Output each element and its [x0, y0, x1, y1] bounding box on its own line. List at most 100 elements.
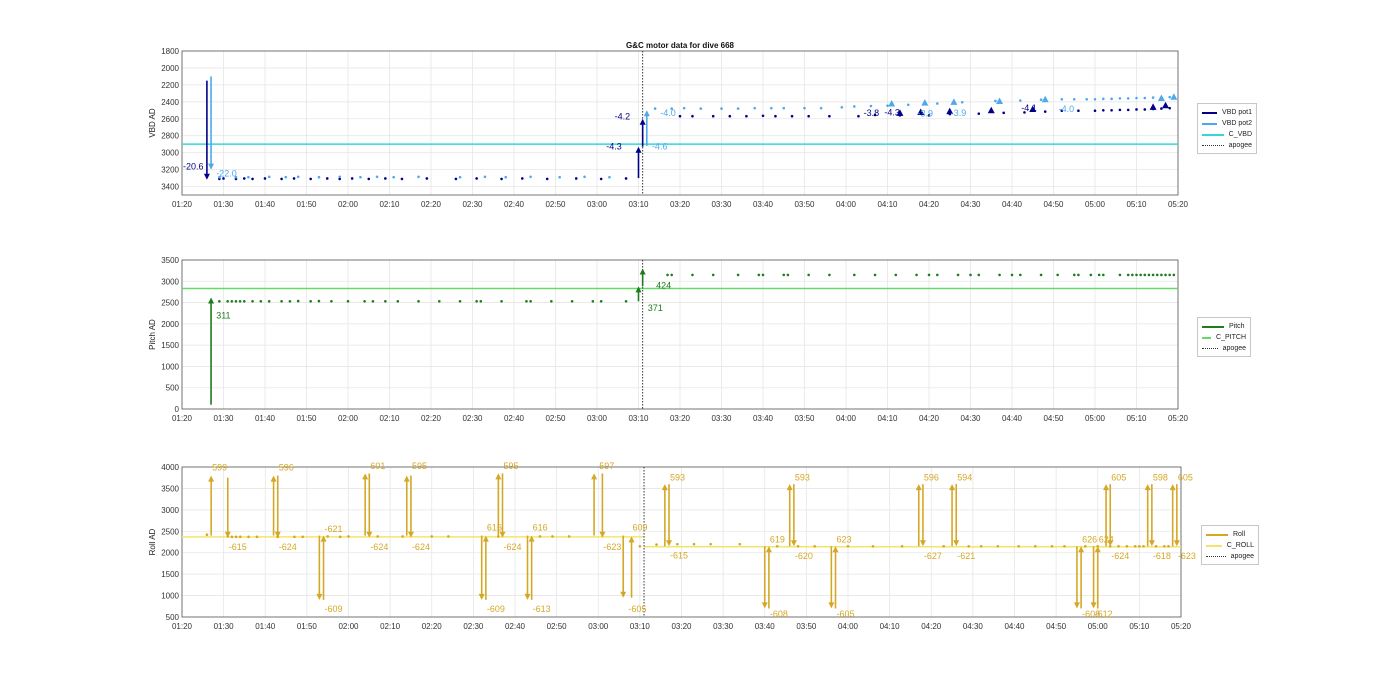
data-point — [251, 177, 254, 181]
data-point — [998, 273, 1001, 277]
data-point — [1164, 273, 1167, 277]
data-point — [1143, 108, 1147, 111]
data-point — [906, 103, 910, 107]
x-tick-label: 03:10 — [628, 414, 649, 423]
data-point — [483, 175, 487, 179]
x-tick-label: 01:30 — [213, 200, 234, 209]
x-tick-label: 03:10 — [630, 622, 651, 631]
data-label: -609 — [487, 604, 505, 614]
data-point — [711, 273, 715, 277]
data-point — [205, 533, 209, 537]
data-label: 605 — [1111, 473, 1126, 483]
data-point — [853, 273, 856, 277]
legend-item: VBD pot2 — [1202, 118, 1252, 129]
data-point — [371, 299, 375, 303]
data-label: -627 — [924, 551, 942, 561]
x-tick-label: 01:40 — [255, 414, 276, 423]
data-point — [363, 299, 366, 303]
x-tick-label: 02:10 — [379, 200, 400, 209]
data-point — [346, 299, 350, 303]
data-point — [550, 299, 553, 303]
legend-swatch — [1202, 133, 1224, 136]
data-point — [267, 299, 271, 303]
data-label: -624 — [412, 542, 430, 552]
data-point — [1083, 544, 1087, 548]
y-tick-label: 1000 — [161, 362, 179, 371]
x-tick-label: 01:30 — [213, 414, 234, 423]
data-point — [1126, 108, 1130, 112]
x-tick-label: 02:30 — [463, 622, 484, 631]
y-tick-label: 1500 — [161, 570, 179, 579]
data-point — [969, 273, 972, 277]
data-point — [624, 177, 628, 180]
data-point — [296, 299, 300, 303]
data-point — [738, 542, 742, 546]
data-point — [1002, 111, 1005, 115]
x-tick-label: 05:00 — [1088, 622, 1109, 631]
legend-item: VBD pot1 — [1202, 107, 1252, 118]
data-label: -4.3 — [606, 141, 622, 151]
data-point — [1147, 273, 1151, 277]
data-point — [1096, 544, 1100, 548]
data-point — [247, 175, 250, 179]
x-tick-label: 02:50 — [545, 414, 566, 423]
y-tick-label: 2000 — [161, 549, 179, 558]
data-point — [538, 535, 542, 538]
data-point — [1168, 273, 1171, 277]
legend-label: apogee — [1228, 142, 1252, 149]
data-label: -624 — [504, 542, 522, 552]
data-point — [691, 114, 694, 118]
data-point — [247, 535, 250, 539]
data-point — [1093, 97, 1097, 101]
data-point — [226, 299, 229, 303]
y-tick-label: 2800 — [161, 132, 179, 141]
data-point — [238, 535, 242, 539]
data-point — [367, 177, 371, 181]
data-point — [1167, 544, 1170, 548]
data-point — [900, 544, 904, 548]
data-label: -624 — [370, 542, 388, 552]
data-label: -620 — [795, 551, 813, 561]
data-point — [1135, 108, 1138, 111]
data-point — [1110, 97, 1113, 101]
y-tick-label: 2400 — [161, 98, 179, 107]
x-tick-label: 01:50 — [297, 622, 318, 631]
y-tick-label: 2200 — [161, 81, 179, 90]
data-point — [676, 542, 679, 546]
legend-item: Pitch — [1202, 321, 1246, 332]
data-point — [1118, 108, 1122, 112]
data-point — [293, 535, 296, 539]
data-point — [655, 543, 658, 546]
data-point — [1063, 544, 1066, 548]
y-tick-label: 2500 — [161, 527, 179, 536]
data-point — [853, 105, 856, 108]
data-point — [624, 299, 628, 303]
data-point — [1093, 109, 1097, 113]
data-point — [226, 535, 230, 538]
y-tick-label: 3000 — [161, 149, 179, 158]
data-point — [1143, 273, 1147, 277]
data-point — [1108, 544, 1112, 548]
legend-pitch: Pitch C_PITCH apogee — [1197, 317, 1251, 357]
data-point — [417, 299, 420, 303]
data-point — [425, 177, 429, 180]
data-point — [280, 299, 283, 303]
data-point — [338, 535, 342, 539]
data-point — [1151, 273, 1155, 277]
x-tick-label: 03:40 — [753, 200, 774, 209]
data-point — [1089, 273, 1093, 277]
panel-2: 01:20 01:30 01:40 01:50 02:00 02:10 02:20 02:30… — [148, 461, 1196, 631]
y-tick-label: 2000 — [161, 64, 179, 73]
data-point — [317, 299, 321, 303]
data-point — [1131, 273, 1134, 277]
data-point — [942, 544, 946, 548]
data-label: -3.9 — [918, 109, 934, 119]
data-label: 594 — [957, 473, 972, 483]
data-point — [682, 106, 686, 110]
data-label: 624 — [1099, 534, 1114, 544]
data-point — [786, 273, 790, 277]
legend-vbd: VBD pot1 VBD pot2 C_VBD apogee — [1197, 103, 1257, 154]
data-point — [1138, 544, 1141, 548]
data-point — [1155, 273, 1159, 277]
x-tick-label: 05:00 — [1085, 200, 1106, 209]
